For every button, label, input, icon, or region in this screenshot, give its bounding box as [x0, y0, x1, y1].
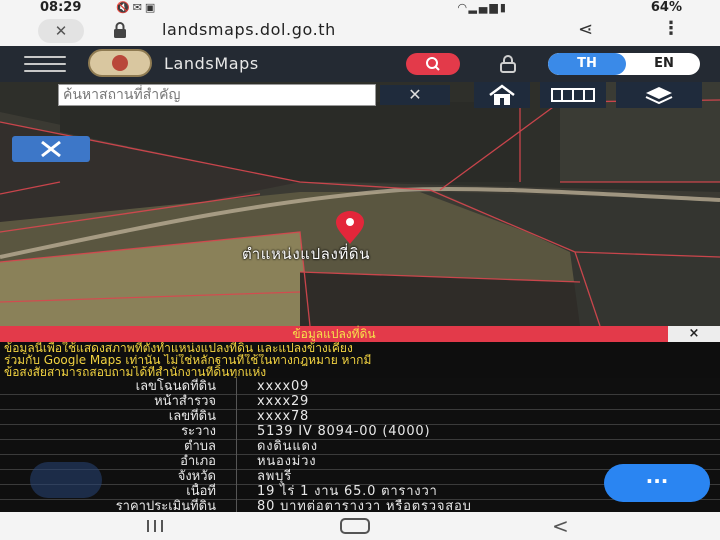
lang-th-button[interactable]: TH [548, 53, 626, 75]
share-icon[interactable]: ⋖ [578, 19, 593, 40]
browser-url-bar: ✕ landsmaps.dol.go.th ⋖ ⋮ [0, 16, 720, 46]
disclaimer-line: ข้อมูลนี้เพื่อใช้แสดงสภาพที่ตั้งทำแหน่งแ… [4, 342, 353, 354]
marker-label: ตำแหน่งแปลงที่ดิน [242, 245, 371, 263]
battery-level: 64% [650, 0, 682, 15]
search-icon [426, 57, 440, 71]
satellite-map [0, 82, 720, 326]
floating-overlay-button[interactable] [30, 462, 102, 498]
phone-screen: 08:29 🔇✉▣ ◠▂▄▆▮ 64% ✕ landsmaps.dol.go.t… [0, 0, 720, 540]
clear-search-button[interactable]: ✕ [380, 85, 450, 105]
home-button[interactable] [474, 82, 530, 108]
disclaimer-line: ข้อสงสัยสามารถสอบถามได้ที่สำนักงานที่ดิน… [4, 366, 267, 378]
disclaimer-line: ร่วมกับ Google Maps เท่านั้น ไม่ใช่หลักฐ… [4, 354, 372, 366]
place-search-input[interactable]: ค้นหาสถานที่สำคัญ [58, 84, 376, 106]
close-tab-button[interactable]: ✕ [38, 19, 84, 43]
battery-icon: ▮ [499, 1, 508, 14]
clock: 08:29 [40, 0, 82, 15]
map-marker-icon[interactable] [328, 210, 372, 246]
login-lock-icon[interactable] [496, 55, 520, 73]
system-icons: ◠▂▄▆▮ [458, 1, 508, 14]
hamburger-menu-icon[interactable] [24, 56, 66, 72]
lang-en-button[interactable]: EN [628, 53, 700, 75]
close-panel-button[interactable]: × [668, 326, 720, 342]
browser-menu-button[interactable]: ⋮ [662, 18, 680, 39]
recent-apps-icon[interactable] [144, 519, 166, 533]
disclaimer-text: ข้อมูลนี้เพื่อใช้แสดงสภาพที่ตั้งทำแหน่งแ… [0, 342, 720, 378]
language-toggle: TH EN [548, 53, 700, 75]
parcel-info-header: ข้อมูลแปลงที่ดิน [0, 326, 668, 342]
back-icon[interactable]: < [552, 514, 569, 538]
lock-icon [114, 22, 126, 38]
search-button[interactable] [406, 53, 460, 75]
signal-icon: ▂▄▆ [468, 1, 500, 14]
more-options-fab[interactable]: ··· [604, 464, 710, 502]
mail-icon: ✉ [132, 1, 145, 14]
home-nav-icon[interactable] [340, 518, 370, 534]
gallery-icon: ▣ [144, 1, 159, 14]
url-text[interactable]: landsmaps.dol.go.th [162, 20, 336, 39]
silent-icon: 🔇 [116, 1, 133, 14]
ruler-cross-icon [41, 140, 61, 158]
layers-button[interactable] [616, 82, 702, 108]
map-view[interactable]: ค้นหาสถานที่สำคัญ ✕ ตำแหน่งแปลงที่ดิน [0, 82, 720, 326]
department-logo [88, 49, 152, 77]
wifi-icon: ◠ [458, 1, 469, 14]
grid-icon [551, 88, 595, 102]
status-bar: 08:29 🔇✉▣ ◠▂▄▆▮ 64% [0, 0, 720, 16]
system-nav-bar: < [0, 512, 720, 540]
app-title: LandsMaps [164, 54, 259, 73]
measure-tool-button[interactable] [12, 136, 90, 162]
grid-button[interactable] [540, 82, 606, 108]
home-icon [489, 84, 515, 105]
notification-icons: 🔇✉▣ [116, 1, 158, 14]
app-header: LandsMaps TH EN [0, 46, 720, 82]
layers-icon [645, 87, 673, 105]
